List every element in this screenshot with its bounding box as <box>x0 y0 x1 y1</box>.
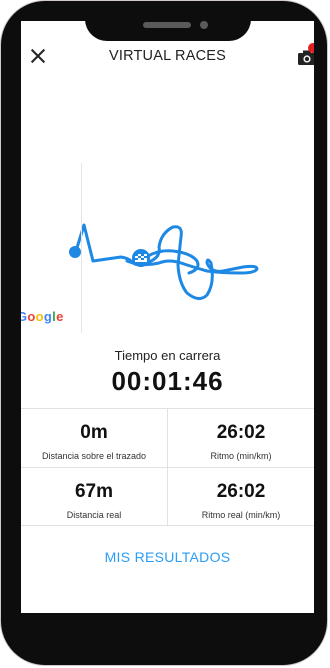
stat-label: Ritmo (min/km) <box>210 451 272 461</box>
page-title: VIRTUAL RACES <box>108 48 227 64</box>
my-results-button[interactable]: MIS RESULTADOS <box>21 549 314 565</box>
timer-label: Tiempo en carrera <box>114 348 221 363</box>
stat-pace: 26:02 Ritmo (min/km) <box>168 422 314 461</box>
stat-label: Distancia real <box>66 510 122 520</box>
timer-value: 00:01:46 <box>111 366 224 396</box>
stat-real-distance: 67m Distancia real <box>21 481 167 520</box>
close-icon[interactable] <box>29 47 47 65</box>
recording-indicator <box>308 43 314 53</box>
stat-value: 67m <box>74 481 114 502</box>
stat-label: Ritmo real (min/km) <box>201 510 281 520</box>
stat-distance-on-route: 0m Distancia sobre el trazado <box>21 422 167 461</box>
phone-notch <box>85 1 251 41</box>
speaker-grille <box>143 22 191 28</box>
stat-value: 26:02 <box>216 481 266 502</box>
route-path <box>69 223 259 300</box>
google-attribution: Google <box>21 309 64 324</box>
stat-real-pace: 26:02 Ritmo real (min/km) <box>168 481 314 520</box>
stat-label: Distancia sobre el trazado <box>41 451 147 461</box>
front-camera <box>200 21 208 29</box>
map-divider <box>81 163 82 333</box>
finish-flag-icon <box>135 254 147 262</box>
stat-value: 0m <box>80 422 108 443</box>
phone-frame: VIRTUAL RACES Google Tiempo en carrera 0… <box>1 1 327 665</box>
screen: VIRTUAL RACES Google Tiempo en carrera 0… <box>21 21 314 613</box>
route-map[interactable] <box>21 163 314 333</box>
stat-value: 26:02 <box>216 422 266 443</box>
